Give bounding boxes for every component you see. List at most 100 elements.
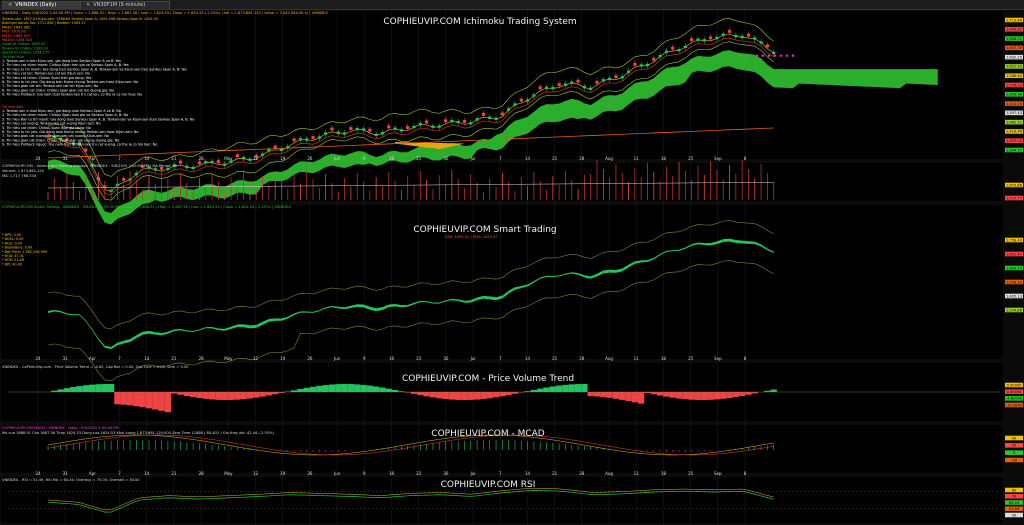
pvt-bar [530, 389, 538, 392]
x-tick-label: 24 [35, 356, 41, 361]
smart-band [148, 330, 156, 335]
smart-title: COPHIEUVIP.COM Smart Trading [413, 225, 556, 235]
smart-band [514, 286, 522, 290]
pvt-bar [126, 392, 134, 406]
pvt-bar [701, 392, 708, 400]
x-tick-label: 21 [552, 156, 558, 161]
candle-body [260, 153, 265, 156]
price-label-text: 70 [1012, 495, 1017, 499]
pvt-bar [688, 392, 695, 400]
pvt-bar [738, 392, 746, 396]
price-label-text: 80 [1012, 488, 1017, 492]
smart-band [174, 328, 181, 332]
smart-band [704, 242, 711, 246]
price-label-text: 1,556.32 [1006, 280, 1022, 284]
price-label-text: 30 [1012, 513, 1017, 517]
smart-band [268, 318, 276, 322]
candle-body [753, 37, 757, 40]
smart-band [388, 303, 396, 308]
pvt-bar [549, 386, 556, 392]
close-x-icon[interactable]: ✕ [86, 2, 90, 8]
pvt-bar [391, 389, 399, 392]
price-label-text: 1,405.00 [1006, 139, 1023, 143]
smart-band [66, 313, 74, 316]
candle-body [488, 116, 492, 119]
x-tick-label: 19 [280, 356, 286, 361]
pvt-bar [732, 392, 739, 398]
pvt-bar [537, 388, 544, 392]
tab-vnindex-daily[interactable]: ✕ VNINDEX (Daily) [2, 1, 84, 9]
pvt-bar [448, 392, 456, 400]
price-label-text: 1,758.40 [1006, 238, 1023, 242]
smart-band [451, 298, 459, 302]
price-label-text: 1,647.39 [1006, 46, 1023, 50]
pvt-bar [505, 392, 512, 396]
ichimoku-title: COPHIEUVIP.COM Ichimoku Trading System [383, 17, 576, 27]
tab-vn30f1m-5min[interactable]: ✕ VN30F1M (5-minute) [80, 1, 170, 9]
pvt-bar [234, 392, 241, 400]
x-tick-label: 19 [280, 471, 286, 476]
pvt-bar [694, 392, 702, 400]
smart-band [325, 305, 332, 309]
smart-band [281, 316, 288, 321]
smart-band [344, 305, 351, 310]
price-label-text: 0.50000 [1007, 383, 1023, 387]
pvt-bar [543, 387, 550, 392]
pvt-bar [265, 392, 273, 396]
x-tick-label: 23 [416, 156, 422, 161]
pvt-bar [133, 392, 140, 407]
price-label-text: 20 [1012, 444, 1017, 448]
pvt-bar [322, 385, 329, 392]
smart-band [767, 248, 774, 254]
candle-body [532, 94, 536, 97]
candle-body [576, 79, 580, 83]
projection-dot [785, 54, 789, 57]
x-tick-label: 7 [118, 356, 121, 361]
x-tick-label: 8 [744, 356, 747, 361]
x-tick-label: 24 [35, 471, 41, 476]
candle-body [279, 148, 284, 151]
pvt-bar [215, 392, 222, 400]
projection-dot [791, 54, 795, 57]
candle-body [639, 64, 643, 67]
price-label-text: -10.0000 [1006, 403, 1023, 407]
price-label-text: 64.44 [1009, 501, 1020, 505]
candle-body [153, 168, 157, 171]
smart-band [710, 241, 717, 246]
candle-body [608, 77, 612, 81]
volume-legend-vol: Volume: 1,873,861,120 [2, 169, 45, 173]
price-label-text: 1,405.13 [1006, 294, 1022, 298]
candle-body [166, 167, 170, 171]
candle-body [305, 138, 309, 141]
x-tick-label: 21 [171, 156, 177, 161]
candle-body [223, 163, 227, 166]
candle-body [772, 51, 776, 55]
candle-body [702, 39, 706, 42]
candle-body [349, 127, 353, 131]
smart-band [546, 275, 553, 277]
candle-body [374, 133, 378, 137]
x-tick-label: 30 [443, 156, 449, 161]
ichimoku-legend-line: 9. Tin hieu Pullback: Gia nam duoi Tenka… [2, 93, 142, 97]
smart-band [130, 335, 137, 343]
pvt-bar [492, 392, 500, 398]
smart-band [723, 238, 730, 243]
candle-body [740, 35, 744, 39]
smart-band [48, 309, 55, 313]
x-tick-label: Jul [470, 471, 476, 476]
pvt-bar [663, 392, 670, 397]
pvt-bar [461, 392, 468, 400]
smart-band [628, 261, 635, 268]
candle-body [683, 45, 687, 49]
smart-band [287, 313, 295, 319]
x-tick-label: 21 [552, 356, 558, 361]
pvt-bar [574, 384, 582, 392]
smart-band [306, 311, 314, 313]
smart-band [294, 311, 301, 316]
candle-body [765, 44, 769, 48]
x-tick-label: 12 [253, 356, 259, 361]
price-label-text: -20 [1011, 458, 1018, 462]
candle-body [286, 146, 290, 149]
close-x-icon[interactable]: ✕ [8, 2, 12, 8]
pvt-bar [272, 392, 279, 395]
